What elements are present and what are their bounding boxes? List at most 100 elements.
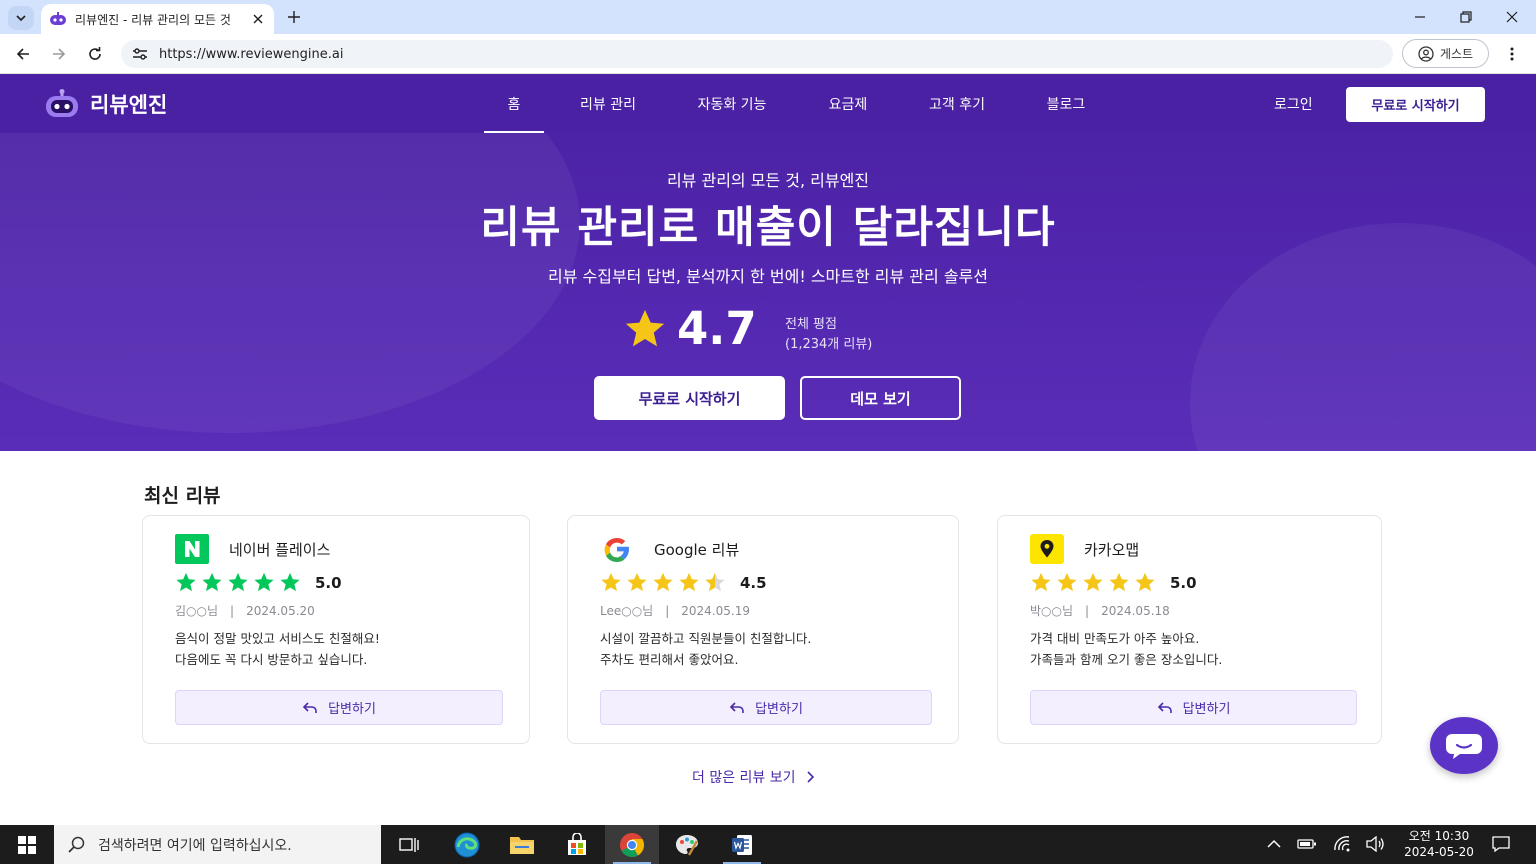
taskbar-word[interactable] bbox=[715, 825, 769, 864]
reply-button[interactable]: 답변하기 bbox=[1030, 690, 1357, 725]
tab-close-button[interactable] bbox=[250, 11, 266, 27]
tab-title: 리뷰엔진 - 리뷰 관리의 모든 것 bbox=[75, 12, 231, 27]
google-logo-icon bbox=[604, 538, 629, 562]
review-card-naver: 네이버 플레이스 5.0 김○○님 | 2024.05.20 음식이 정말 맛있고 … bbox=[142, 515, 530, 744]
review-text: 시설이 깔끔하고 직원분들이 친절합니다. 주차도 편리해서 좋았어요. bbox=[600, 631, 812, 667]
hero-title: 리뷰 관리로 매출이 달라집니다 bbox=[480, 203, 1056, 253]
star-icon bbox=[280, 572, 300, 592]
naver-logo-icon bbox=[175, 534, 209, 564]
review-date: 2024.05.19 bbox=[681, 604, 750, 618]
star-icon bbox=[254, 572, 274, 592]
browser-tab[interactable]: 리뷰엔진 - 리뷰 관리의 모든 것 bbox=[41, 4, 274, 34]
star-icon bbox=[1057, 572, 1077, 592]
star-icon bbox=[1109, 572, 1129, 592]
restore-button[interactable] bbox=[1456, 7, 1476, 27]
user-icon bbox=[1418, 45, 1434, 62]
nav-item-automation[interactable]: 자동화 기능 bbox=[672, 74, 792, 133]
star-icon bbox=[625, 309, 665, 347]
taskbar-clock[interactable]: 오전 10:30 2024-05-20 bbox=[1396, 828, 1482, 860]
battery-indicator[interactable] bbox=[1297, 834, 1317, 854]
more-reviews-label: 더 많은 리뷰 보기 bbox=[692, 770, 796, 786]
arrow-right-icon bbox=[53, 48, 66, 60]
forward-button[interactable] bbox=[48, 43, 70, 65]
start-button[interactable] bbox=[0, 825, 54, 864]
url-text: https://www.reviewengine.ai bbox=[159, 46, 344, 62]
hero-subtitle: 리뷰 수집부터 답변, 분석까지 한 번에! 스마트한 리뷰 관리 솔루션 bbox=[548, 267, 988, 286]
task-view-icon bbox=[399, 837, 419, 852]
wifi-icon bbox=[1334, 836, 1350, 852]
browser-menu-button[interactable] bbox=[1502, 44, 1522, 64]
star-half-icon bbox=[705, 572, 725, 592]
review-text: 가격 대비 만족도가 아주 높아요. 가족들과 함께 오기 좋은 장소입니다. bbox=[1030, 631, 1223, 667]
header-start-free-button[interactable]: 무료로 시작하기 bbox=[1346, 87, 1485, 122]
minimize-icon bbox=[1415, 16, 1425, 18]
star-icon bbox=[176, 572, 196, 592]
review-author: 박○○님 bbox=[1030, 604, 1074, 618]
reload-button[interactable] bbox=[84, 43, 106, 65]
profile-button[interactable]: 게스트 bbox=[1402, 39, 1489, 68]
star-icon bbox=[653, 572, 673, 592]
taskbar-file-explorer[interactable] bbox=[495, 825, 549, 864]
nav-item-review-management[interactable]: 리뷰 관리 bbox=[544, 74, 672, 133]
review-meta: Lee○○님 | 2024.05.19 bbox=[600, 604, 750, 618]
hero-demo-button[interactable]: 데모 보기 bbox=[800, 376, 961, 420]
back-button[interactable] bbox=[12, 43, 34, 65]
chevron-right-icon bbox=[806, 771, 814, 783]
chat-button[interactable] bbox=[1430, 717, 1498, 774]
reply-button[interactable]: 답변하기 bbox=[175, 690, 503, 725]
notification-center-button[interactable] bbox=[1491, 834, 1511, 854]
star-icon bbox=[1135, 572, 1155, 592]
taskbar-store[interactable] bbox=[550, 825, 604, 864]
reply-button[interactable]: 답변하기 bbox=[600, 690, 932, 725]
tab-search-button[interactable] bbox=[8, 6, 34, 30]
platform-name: Google 리뷰 bbox=[654, 540, 740, 559]
browser-toolbar: https://www.reviewengine.ai 게스트 bbox=[0, 34, 1536, 74]
star-icon bbox=[202, 572, 222, 592]
hero-start-free-button[interactable]: 무료로 시작하기 bbox=[594, 376, 785, 420]
site-info-button[interactable] bbox=[131, 45, 149, 63]
taskbar-search-box[interactable]: 검색하려면 여기에 입력하십시오. bbox=[54, 825, 381, 864]
clock-time: 오전 10:30 bbox=[1408, 829, 1470, 843]
more-reviews-link[interactable]: 더 많은 리뷰 보기 bbox=[692, 767, 814, 787]
browser-tab-bar: 리뷰엔진 - 리뷰 관리의 모든 것 bbox=[0, 0, 1536, 34]
volume-indicator[interactable] bbox=[1365, 834, 1385, 854]
main-nav: 홈 리뷰 관리 자동화 기능 요금제 고객 후기 블로그 bbox=[484, 74, 1122, 133]
taskbar-search-placeholder: 검색하려면 여기에 입력하십시오. bbox=[98, 837, 292, 854]
nav-item-pricing[interactable]: 요금제 bbox=[792, 74, 904, 133]
network-indicator[interactable] bbox=[1332, 834, 1352, 854]
clock-date: 2024-05-20 bbox=[1404, 845, 1474, 859]
reply-arrow-icon bbox=[1157, 701, 1172, 713]
star-icon bbox=[1083, 572, 1103, 592]
tune-icon bbox=[133, 48, 147, 60]
new-tab-button[interactable] bbox=[284, 7, 304, 27]
chevron-down-icon bbox=[16, 15, 26, 22]
folder-icon bbox=[510, 836, 534, 854]
review-text: 음식이 정말 맛있고 서비스도 친절해요! 다음에도 꼭 다시 방문하고 싶습니… bbox=[175, 631, 380, 667]
overall-rating-count: (1,234개 리뷰) bbox=[785, 337, 873, 352]
taskbar-edge[interactable] bbox=[440, 825, 494, 864]
reply-button-label: 답변하기 bbox=[755, 702, 803, 717]
robot-favicon-icon bbox=[50, 12, 66, 25]
chevron-up-icon bbox=[1267, 839, 1281, 848]
reply-arrow-icon bbox=[302, 701, 317, 713]
minimize-button[interactable] bbox=[1410, 7, 1430, 27]
review-author: 김○○님 bbox=[175, 604, 219, 618]
overall-rating-value: 4.7 bbox=[677, 302, 757, 355]
store-icon bbox=[568, 832, 586, 855]
taskbar-chrome[interactable] bbox=[605, 825, 659, 864]
star-rating: 4.5 bbox=[600, 572, 767, 593]
tray-overflow-button[interactable] bbox=[1264, 834, 1284, 854]
nav-item-testimonials[interactable]: 고객 후기 bbox=[904, 74, 1010, 133]
taskbar-paint[interactable] bbox=[660, 825, 714, 864]
site-header: 리뷰엔진 홈 리뷰 관리 자동화 기능 요금제 고객 후기 블로그 로그인 무료… bbox=[0, 74, 1536, 133]
close-window-button[interactable] bbox=[1502, 7, 1522, 27]
nav-item-blog[interactable]: 블로그 bbox=[1010, 74, 1122, 133]
login-link[interactable]: 로그인 bbox=[1274, 94, 1313, 114]
address-bar[interactable]: https://www.reviewengine.ai bbox=[121, 40, 1393, 68]
nav-item-home[interactable]: 홈 bbox=[484, 74, 544, 133]
review-score: 5.0 bbox=[315, 573, 342, 592]
task-view-button[interactable] bbox=[382, 825, 436, 864]
site-logo[interactable]: 리뷰엔진 bbox=[44, 89, 167, 119]
word-icon bbox=[732, 834, 752, 855]
restore-icon bbox=[1460, 11, 1472, 23]
